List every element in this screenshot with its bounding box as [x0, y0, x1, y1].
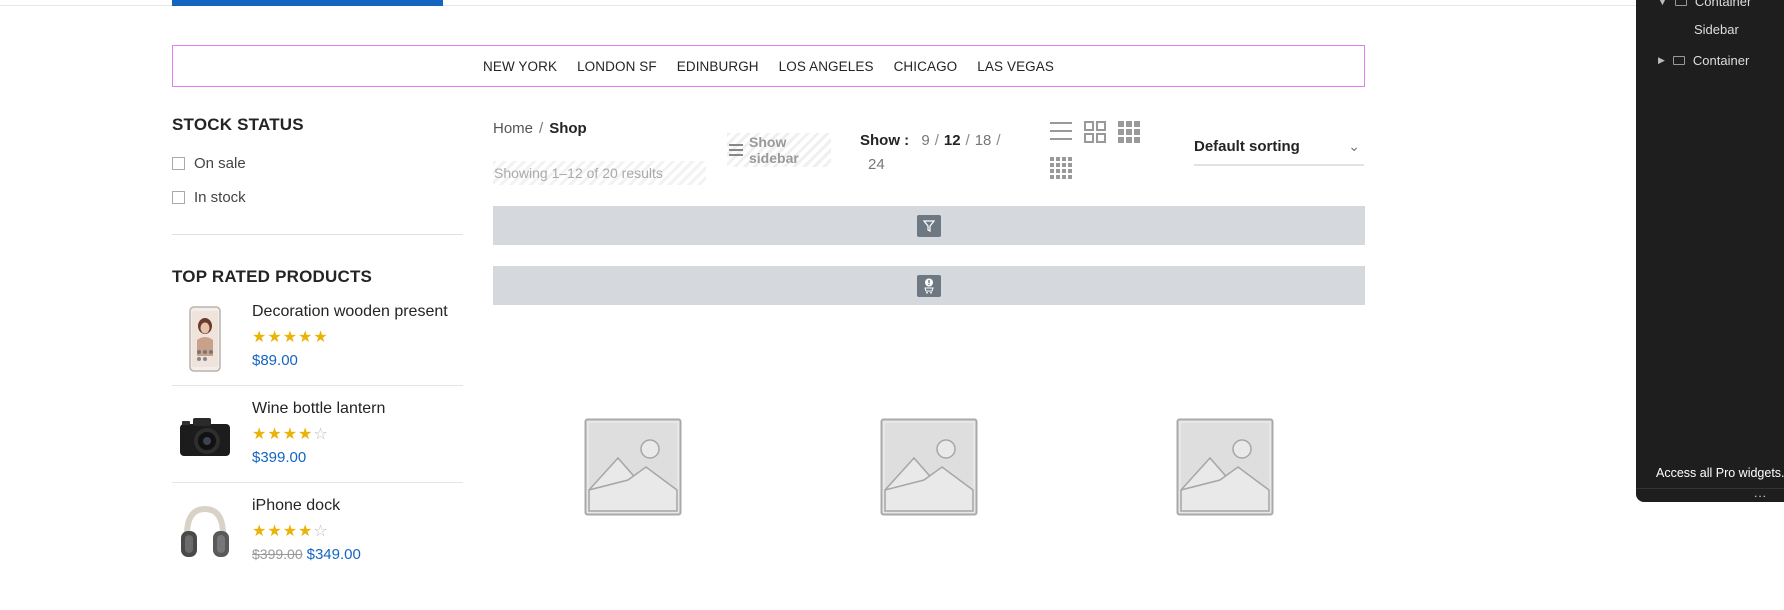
breadcrumb-home[interactable]: Home — [493, 120, 533, 137]
in-stock-checkbox[interactable] — [172, 191, 185, 204]
product-placeholder-image-icon[interactable] — [584, 418, 682, 516]
star-rating: ★★★★☆ — [252, 426, 329, 443]
navigator-item-container[interactable]: ▼ Container — [1658, 0, 1751, 9]
star-rating: ★★★★★ — [252, 329, 329, 346]
products-widget-placeholder[interactable] — [493, 266, 1365, 305]
container-icon — [1672, 56, 1685, 65]
nav-item-new-york[interactable]: NEW YORK — [483, 59, 557, 74]
nav-item-edinburgh[interactable]: EDINBURGH — [677, 59, 759, 74]
top-rated-product[interactable]: iPhone dock ★★★★☆ $399.00 $349.00 — [172, 483, 463, 579]
active-header-indicator — [172, 0, 443, 6]
on-sale-checkbox[interactable] — [172, 157, 185, 170]
product-name[interactable]: Decoration wooden present — [252, 303, 448, 321]
sidebar-divider — [172, 234, 463, 235]
city-nav: NEW YORK LONDON SF EDINBURGH LOS ANGELES… — [172, 45, 1365, 87]
caret-right-icon[interactable]: ▶ — [1658, 55, 1665, 66]
product-price: $399.00 — [252, 449, 385, 466]
show-sidebar-button[interactable]: Show sidebar — [727, 133, 831, 167]
product-placeholder-image-icon[interactable] — [1176, 418, 1274, 516]
caret-down-icon[interactable]: ▼ — [1658, 0, 1667, 7]
nav-item-chicago[interactable]: CHICAGO — [894, 59, 958, 74]
breadcrumb: Home / Shop — [493, 120, 587, 137]
per-page-selector: Show : 9/12/18/ 24 — [860, 132, 1001, 173]
breadcrumb-current: Shop — [549, 120, 587, 137]
price-current: $349.00 — [306, 546, 361, 563]
sort-dropdown[interactable]: Default sorting ⌄ — [1194, 138, 1364, 166]
per-page-12[interactable]: 12 — [944, 132, 961, 149]
navigator-item-label: Sidebar — [1694, 22, 1739, 37]
navigator-item-sidebar[interactable]: Sidebar — [1694, 22, 1739, 37]
on-sale-label: On sale — [194, 155, 246, 172]
product-name[interactable]: Wine bottle lantern — [252, 400, 385, 418]
nav-item-london-sf[interactable]: LONDON SF — [577, 59, 657, 74]
price-old: $399.00 — [252, 546, 303, 562]
filter-in-stock[interactable]: In stock — [172, 189, 463, 206]
container-icon — [1674, 0, 1687, 6]
product-price: $399.00 $349.00 — [252, 546, 361, 563]
star-rating: ★★★★☆ — [252, 523, 329, 540]
cart-alert-icon — [917, 274, 941, 297]
result-count: Showing 1–12 of 20 results — [493, 161, 706, 185]
navigator-panel: ▼ Container Sidebar ▶ Container Access a… — [1636, 0, 1784, 502]
product-thumbnail-headphones[interactable] — [172, 497, 238, 569]
list-view-icon[interactable] — [1050, 121, 1072, 141]
per-page-24[interactable]: 24 — [868, 156, 885, 173]
filter-icon — [917, 214, 941, 237]
product-placeholder-image-icon[interactable] — [880, 418, 978, 516]
per-page-label: Show : — [860, 132, 910, 149]
per-page-18[interactable]: 18 — [975, 132, 992, 149]
top-rated-title: TOP RATED PRODUCTS — [172, 267, 373, 286]
top-rated-product[interactable]: Wine bottle lantern ★★★★☆ $399.00 — [172, 386, 463, 483]
price-current: $399.00 — [252, 449, 307, 466]
navigator-item-label: Container — [1694, 0, 1752, 9]
show-sidebar-label: Show sidebar — [749, 134, 799, 166]
product-name[interactable]: iPhone dock — [252, 497, 361, 515]
product-thumbnail-phone[interactable] — [172, 303, 238, 375]
per-page-9[interactable]: 9 — [921, 132, 929, 149]
product-thumbnail-camera[interactable] — [172, 400, 238, 472]
menu-icon — [729, 144, 743, 156]
sort-selected: Default sorting — [1194, 138, 1300, 155]
navigator-item-label: Container — [1692, 53, 1750, 68]
pro-widgets-promo[interactable]: Access all Pro widgets. — [1656, 466, 1784, 480]
shop-sidebar: STOCK STATUS On sale In stock TOP RATED … — [172, 115, 463, 579]
product-price: $89.00 — [252, 352, 448, 369]
grid-3-view-icon[interactable] — [1118, 121, 1140, 143]
chevron-down-icon: ⌄ — [1348, 138, 1360, 154]
filter-on-sale[interactable]: On sale — [172, 155, 463, 172]
price-current: $89.00 — [252, 352, 298, 369]
nav-item-los-angeles[interactable]: LOS ANGELES — [779, 59, 874, 74]
navigator-item-container[interactable]: ▶ Container — [1658, 53, 1749, 68]
grid-4-view-icon[interactable] — [1050, 157, 1072, 179]
stock-status-title: STOCK STATUS — [172, 115, 304, 134]
breadcrumb-separator: / — [539, 120, 544, 137]
filters-widget-placeholder[interactable] — [493, 206, 1365, 245]
grid-2-view-icon[interactable] — [1084, 121, 1106, 143]
nav-item-las-vegas[interactable]: LAS VEGAS — [977, 59, 1054, 74]
top-rated-product[interactable]: Decoration wooden present ★★★★★ $89.00 — [172, 287, 463, 386]
more-options-icon[interactable]: ... — [1754, 486, 1767, 500]
in-stock-label: In stock — [194, 189, 246, 206]
